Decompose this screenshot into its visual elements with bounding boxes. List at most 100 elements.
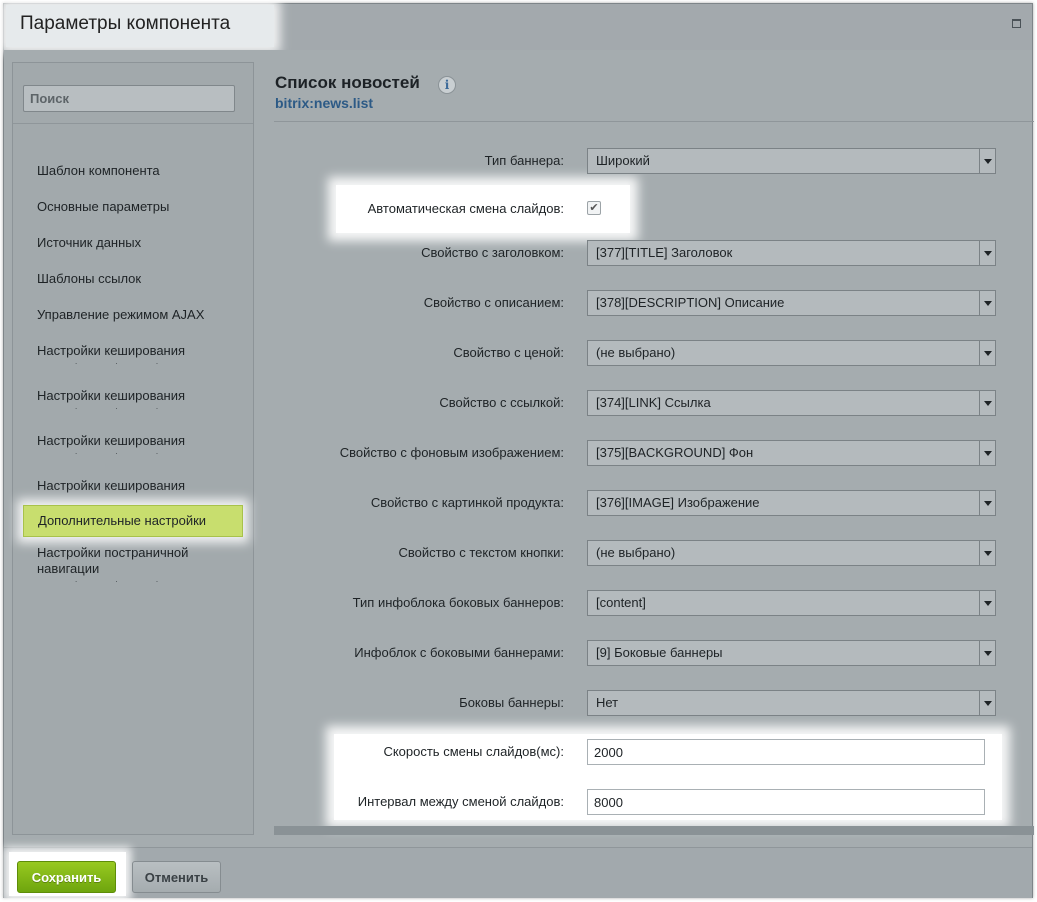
param-row-side-iblock: Инфоблок с боковыми баннерами: [9] Боков… xyxy=(274,640,1034,666)
component-params-dialog: Параметры компонента Шаблон компонента О… xyxy=(3,3,1034,898)
param-label: Свойство с ценой: xyxy=(453,345,564,360)
decorative-dots: . . . xyxy=(75,447,177,456)
side-iblock-type-select[interactable]: [content] xyxy=(587,590,996,616)
param-label: Свойство с фоновым изображением: xyxy=(339,445,564,460)
img-prop-select[interactable]: [376][IMAGE] Изображение xyxy=(587,490,996,516)
side-banners-select[interactable]: Нет xyxy=(587,690,996,716)
param-label: Свойство с текстом кнопки: xyxy=(398,545,564,560)
decorative-dots: . . . xyxy=(75,402,177,411)
select-value: (не выбрано) xyxy=(596,545,676,560)
select-value: [374][LINK] Ссылка xyxy=(596,395,711,410)
sidebar-item-label: Настройки кеширования xyxy=(37,343,186,358)
banner-type-select[interactable]: Широкий xyxy=(587,148,996,174)
auto-slide-checkbox[interactable]: ✔ xyxy=(587,201,601,215)
sidebar-item-label: Основные параметры xyxy=(37,199,170,214)
chevron-down-icon xyxy=(979,391,995,415)
param-label: Свойство с ссылкой: xyxy=(439,395,564,410)
param-row-slide-speed: Скорость смены слайдов(мс): xyxy=(274,739,1034,765)
param-row-auto-slide: Автоматическая смена слайдов: ✔ xyxy=(274,196,1034,222)
chevron-down-icon xyxy=(979,149,995,173)
select-value: Широкий xyxy=(596,153,650,168)
select-value: [content] xyxy=(596,595,646,610)
sidebar-item-label: Настройки постраничной навигации xyxy=(37,545,189,576)
select-value: (не выбрано) xyxy=(596,345,676,360)
side-iblock-select[interactable]: [9] Боковые баннеры xyxy=(587,640,996,666)
decorative-dots: . . . xyxy=(75,575,177,584)
sidebar-item-data-source[interactable]: Источник данных xyxy=(37,235,237,251)
param-row-title-prop: Свойство с заголовком: [377][TITLE] Заго… xyxy=(274,240,1034,266)
chevron-down-icon xyxy=(979,591,995,615)
btn-text-prop-select[interactable]: (не выбрано) xyxy=(587,540,996,566)
param-row-btn-text-prop: Свойство с текстом кнопки: (не выбрано) xyxy=(274,540,1034,566)
info-icon[interactable]: i xyxy=(438,76,456,94)
chevron-down-icon xyxy=(979,341,995,365)
desc-prop-select[interactable]: [378][DESCRIPTION] Описание xyxy=(587,290,996,316)
slide-speed-input[interactable] xyxy=(587,739,985,765)
chevron-down-icon xyxy=(979,291,995,315)
sidebar-item-url-templates[interactable]: Шаблоны ссылок xyxy=(37,271,237,287)
param-row-price-prop: Свойство с ценой: (не выбрано) xyxy=(274,340,1034,366)
param-label: Интервал между сменой слайдов: xyxy=(357,794,564,809)
select-value: Нет xyxy=(596,695,619,710)
dialog-titlebar[interactable]: Параметры компонента xyxy=(4,4,1032,50)
chevron-down-icon xyxy=(979,491,995,515)
sidebar-item-pagination[interactable]: Настройки постраничной навигации. . . xyxy=(37,545,237,584)
link-prop-select[interactable]: [374][LINK] Ссылка xyxy=(587,390,996,416)
param-row-side-banners: Боковы баннеры: Нет xyxy=(274,690,1034,716)
sidebar-item-cache-4[interactable]: Настройки кеширования xyxy=(37,478,237,494)
param-label: Тип баннера: xyxy=(484,153,564,168)
select-value: [9] Боковые баннеры xyxy=(596,645,723,660)
search-wrap xyxy=(23,85,235,112)
param-label: Свойство с заголовком: xyxy=(421,245,564,260)
sidebar-item-label: Настройки кеширования xyxy=(37,433,186,448)
dialog-title: Параметры компонента xyxy=(20,13,231,34)
sidebar-item-label: Дополнительные настройки xyxy=(38,513,207,528)
maximize-icon[interactable] xyxy=(1012,19,1021,28)
select-value: [376][IMAGE] Изображение xyxy=(596,495,760,510)
sidebar-item-label: Шаблон компонента xyxy=(37,163,160,178)
sidebar-item-label: Источник данных xyxy=(37,235,142,250)
decorative-dots: . . . xyxy=(75,357,177,366)
param-label: Свойство с картинкой продукта: xyxy=(370,495,564,510)
sidebar-item-template[interactable]: Шаблон компонента xyxy=(37,163,237,179)
sidebar-item-additional-settings[interactable]: Дополнительные настройки xyxy=(23,505,243,537)
title-prop-select[interactable]: [377][TITLE] Заголовок xyxy=(587,240,996,266)
sidebar-item-label: Шаблоны ссылок xyxy=(37,271,142,286)
price-prop-select[interactable]: (не выбрано) xyxy=(587,340,996,366)
cancel-button[interactable]: Отменить xyxy=(132,861,221,893)
sidebar-item-ajax[interactable]: Управление режимом AJAX xyxy=(37,307,237,323)
param-row-side-iblock-type: Тип инфоблока боковых баннеров: [content… xyxy=(274,590,1034,616)
param-row-slide-interval: Интервал между сменой слайдов: xyxy=(274,789,1034,815)
sidebar-item-label: Настройки кеширования xyxy=(37,388,186,403)
search-input[interactable] xyxy=(23,85,235,112)
horizontal-scrollbar[interactable] xyxy=(274,826,1034,835)
select-value: [377][TITLE] Заголовок xyxy=(596,245,733,260)
sidebar-item-cache-2[interactable]: Настройки кеширования. . . xyxy=(37,388,237,411)
params-panel: Список новостей i bitrix:news.list Тип б… xyxy=(274,62,1034,835)
param-label: Инфоблок с боковыми баннерами: xyxy=(354,645,564,660)
chevron-down-icon xyxy=(979,691,995,715)
param-label: Скорость смены слайдов(мс): xyxy=(383,744,564,759)
sidebar-item-cache-1[interactable]: Настройки кеширования. . . xyxy=(37,343,237,366)
sidebar-item-cache-3[interactable]: Настройки кеширования. . . xyxy=(37,433,237,456)
bg-prop-select[interactable]: [375][BACKGROUND] Фон xyxy=(587,440,996,466)
sidebar: Шаблон компонента Основные параметры Ист… xyxy=(12,62,254,835)
component-title: Список новостей xyxy=(275,73,420,92)
param-row-bg-prop: Свойство с фоновым изображением: [375][B… xyxy=(274,440,1034,466)
chevron-down-icon xyxy=(979,241,995,265)
panel-divider xyxy=(274,121,1034,122)
sidebar-item-label: Управление режимом AJAX xyxy=(37,307,205,322)
param-row-img-prop: Свойство с картинкой продукта: [376][IMA… xyxy=(274,490,1034,516)
param-label: Свойство с описанием: xyxy=(423,295,564,310)
dialog-content: Шаблон компонента Основные параметры Ист… xyxy=(4,50,1034,847)
chevron-down-icon xyxy=(979,541,995,565)
select-value: [378][DESCRIPTION] Описание xyxy=(596,295,785,310)
chevron-down-icon xyxy=(979,641,995,665)
sidebar-item-main-params[interactable]: Основные параметры xyxy=(37,199,237,215)
param-row-banner-type: Тип баннера: Широкий xyxy=(274,148,1034,174)
dialog-footer: Сохранить Отменить xyxy=(4,847,1032,898)
slide-interval-input[interactable] xyxy=(587,789,985,815)
sidebar-item-label: Настройки кеширования xyxy=(37,478,186,493)
param-row-link-prop: Свойство с ссылкой: [374][LINK] Ссылка xyxy=(274,390,1034,416)
save-button[interactable]: Сохранить xyxy=(17,861,116,893)
